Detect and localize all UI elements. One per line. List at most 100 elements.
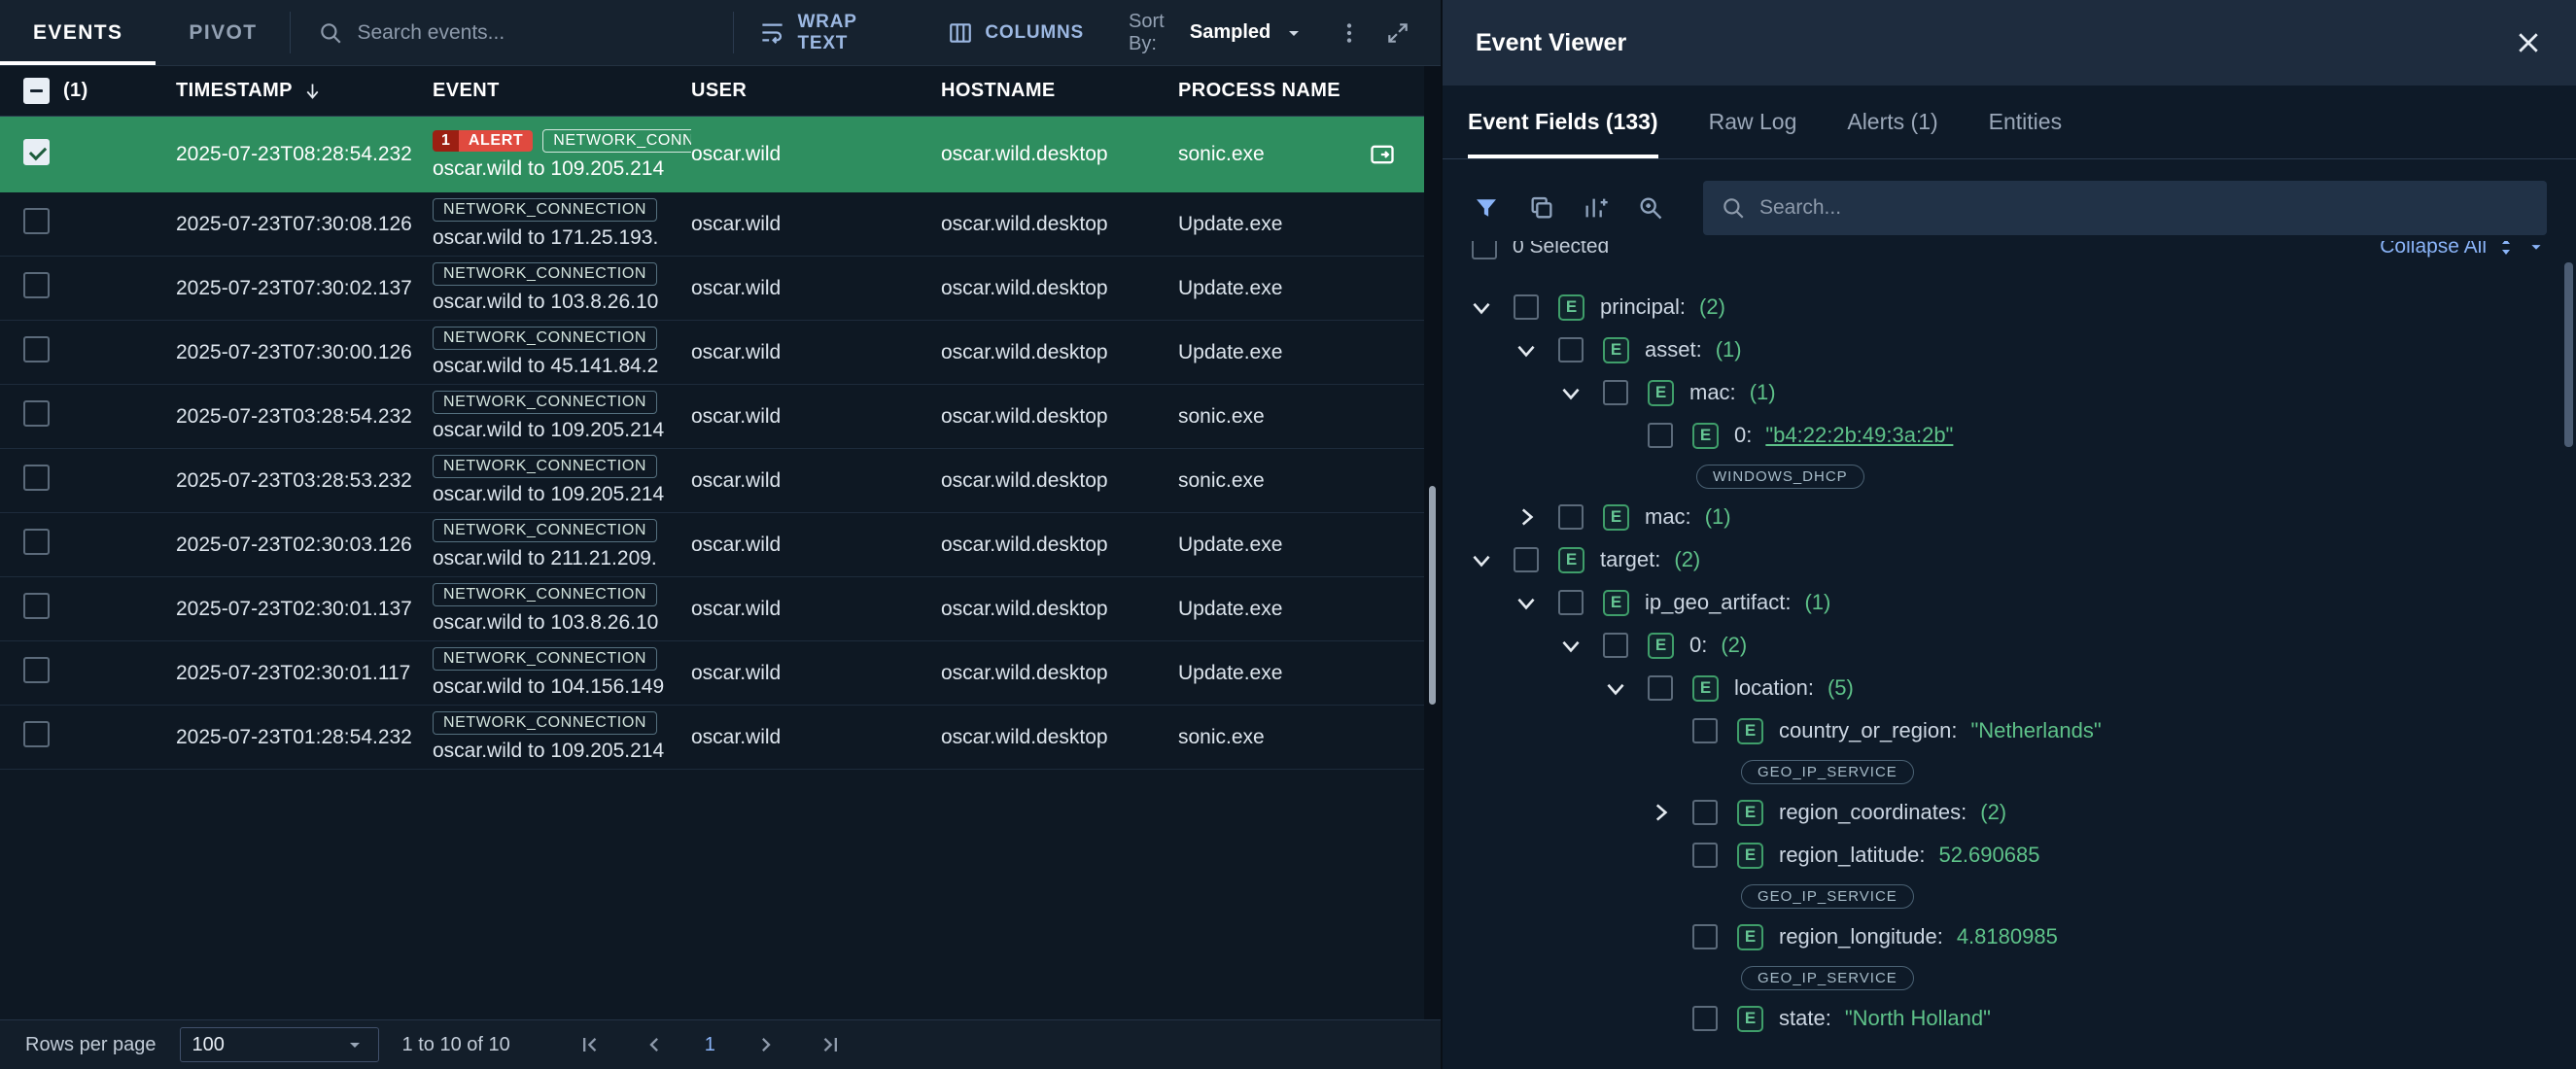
column-header-timestamp[interactable]: TIMESTAMP bbox=[176, 80, 433, 102]
row-checkbox[interactable] bbox=[23, 272, 50, 298]
column-header-process-name[interactable]: PROCESS NAME bbox=[1178, 80, 1441, 102]
rows-per-page-select[interactable]: 100 bbox=[180, 1027, 379, 1062]
process-name: sonic.exe bbox=[1178, 405, 1265, 428]
tree-checkbox[interactable] bbox=[1692, 1006, 1718, 1031]
tree-checkbox[interactable] bbox=[1648, 423, 1673, 448]
tree-checkbox[interactable] bbox=[1648, 675, 1673, 701]
tab-pivot[interactable]: PIVOT bbox=[156, 0, 290, 65]
select-all-fields-checkbox[interactable] bbox=[1472, 241, 1497, 259]
chevron-icon[interactable] bbox=[1469, 294, 1494, 320]
tree-checkbox[interactable] bbox=[1603, 380, 1628, 405]
fields-scrollbar-thumb[interactable] bbox=[2564, 262, 2573, 447]
events-scrollbar-track[interactable] bbox=[1424, 66, 1441, 1019]
tree-field-row[interactable]: E asset: (1) bbox=[1443, 328, 2576, 371]
table-row[interactable]: 2025-07-23T02:30:01.117 NETWORK_CONNECTI… bbox=[0, 641, 1441, 706]
current-page-button[interactable]: 1 bbox=[705, 1034, 715, 1056]
tree-field-row[interactable]: E region_coordinates: (2) bbox=[1443, 791, 2576, 834]
tree-checkbox[interactable] bbox=[1558, 504, 1584, 530]
events-search-input[interactable] bbox=[357, 21, 706, 45]
table-row[interactable]: 2025-07-23T02:30:01.137 NETWORK_CONNECTI… bbox=[0, 577, 1441, 641]
row-checkbox[interactable] bbox=[23, 593, 50, 619]
tree-checkbox[interactable] bbox=[1558, 337, 1584, 362]
first-page-button[interactable] bbox=[576, 1031, 604, 1058]
column-header-user[interactable]: USER bbox=[691, 80, 941, 102]
table-row[interactable]: 2025-07-23T07:30:08.126 NETWORK_CONNECTI… bbox=[0, 192, 1441, 257]
udm-search-button[interactable] bbox=[1637, 194, 1664, 222]
field-value[interactable]: "Netherlands" bbox=[1970, 718, 2101, 743]
chevron-icon[interactable] bbox=[1648, 800, 1673, 825]
field-value[interactable]: "North Holland" bbox=[1845, 1006, 1991, 1031]
tree-field-row[interactable]: E state: "North Holland" bbox=[1443, 997, 2576, 1040]
previous-page-button[interactable] bbox=[641, 1031, 668, 1058]
chevron-icon[interactable] bbox=[1558, 633, 1584, 658]
row-checkbox[interactable] bbox=[23, 336, 50, 362]
tab-alerts[interactable]: Alerts (1) bbox=[1847, 86, 1937, 158]
more-options-button[interactable] bbox=[1325, 0, 1373, 65]
table-row[interactable]: 2025-07-23T08:28:54.232 1 ALERT NETWORK_… bbox=[0, 117, 1441, 192]
tree-checkbox[interactable] bbox=[1692, 843, 1718, 868]
tree-field-row[interactable]: E ip_geo_artifact: (1) bbox=[1443, 581, 2576, 624]
tree-field-row[interactable]: E region_latitude: 52.690685 bbox=[1443, 834, 2576, 877]
chevron-icon[interactable] bbox=[1514, 504, 1539, 530]
tree-field-row[interactable]: E principal: (2) bbox=[1443, 286, 2576, 328]
table-row[interactable]: 2025-07-23T01:28:54.232 NETWORK_CONNECTI… bbox=[0, 706, 1441, 770]
tab-entities[interactable]: Entities bbox=[1989, 86, 2062, 158]
collapse-all-button[interactable]: Collapse All bbox=[2380, 241, 2547, 259]
events-scrollbar-thumb[interactable] bbox=[1429, 486, 1436, 705]
tree-field-row[interactable]: E 0: (2) bbox=[1443, 624, 2576, 667]
tree-checkbox[interactable] bbox=[1692, 718, 1718, 743]
sort-by-dropdown[interactable]: Sort By: Sampled bbox=[1109, 0, 1325, 65]
tab-events[interactable]: EVENTS bbox=[0, 0, 156, 65]
open-event-icon[interactable] bbox=[1369, 143, 1396, 166]
next-page-button[interactable] bbox=[752, 1031, 780, 1058]
tab-event-fields[interactable]: Event Fields (133) bbox=[1468, 86, 1658, 158]
row-checkbox[interactable] bbox=[23, 529, 50, 555]
tree-checkbox[interactable] bbox=[1692, 800, 1718, 825]
columns-button[interactable]: COLUMNS bbox=[922, 0, 1109, 65]
add-to-chart-button[interactable] bbox=[1583, 194, 1610, 222]
row-checkbox[interactable] bbox=[23, 139, 50, 165]
row-checkbox[interactable] bbox=[23, 721, 50, 747]
select-all-checkbox[interactable] bbox=[23, 78, 50, 104]
chevron-icon[interactable] bbox=[1603, 675, 1628, 701]
tree-checkbox[interactable] bbox=[1514, 547, 1539, 572]
expand-button[interactable] bbox=[1373, 0, 1423, 65]
chevron-icon[interactable] bbox=[1514, 590, 1539, 615]
tree-checkbox[interactable] bbox=[1603, 633, 1628, 658]
field-value[interactable]: "b4:22:2b:49:3a:2b" bbox=[1765, 423, 1953, 448]
tree-field-row[interactable]: E region_longitude: 4.8180985 bbox=[1443, 915, 2576, 958]
row-checkbox[interactable] bbox=[23, 657, 50, 683]
tree-checkbox[interactable] bbox=[1514, 294, 1539, 320]
last-page-button[interactable] bbox=[817, 1031, 844, 1058]
field-search-input[interactable] bbox=[1759, 196, 2529, 220]
tree-checkbox[interactable] bbox=[1558, 590, 1584, 615]
tree-field-row[interactable]: E mac: (1) bbox=[1443, 496, 2576, 538]
tree-field-row[interactable]: E country_or_region: "Netherlands" bbox=[1443, 709, 2576, 752]
field-value[interactable]: 52.690685 bbox=[1938, 843, 2039, 868]
tree-field-row[interactable]: E mac: (1) bbox=[1443, 371, 2576, 414]
chevron-icon[interactable] bbox=[1469, 547, 1494, 572]
table-row[interactable]: 2025-07-23T03:28:54.232 NETWORK_CONNECTI… bbox=[0, 385, 1441, 449]
wrap-text-button[interactable]: WRAP TEXT bbox=[734, 0, 922, 65]
row-checkbox[interactable] bbox=[23, 208, 50, 234]
table-row[interactable]: 2025-07-23T07:30:02.137 NETWORK_CONNECTI… bbox=[0, 257, 1441, 321]
table-row[interactable]: 2025-07-23T03:28:53.232 NETWORK_CONNECTI… bbox=[0, 449, 1441, 513]
field-value[interactable]: 4.8180985 bbox=[1957, 924, 2058, 949]
row-checkbox[interactable] bbox=[23, 465, 50, 491]
close-button[interactable] bbox=[2514, 28, 2543, 57]
filter-button[interactable] bbox=[1472, 193, 1501, 223]
tree-checkbox[interactable] bbox=[1692, 924, 1718, 949]
table-row[interactable]: 2025-07-23T02:30:03.126 NETWORK_CONNECTI… bbox=[0, 513, 1441, 577]
tree-field-row[interactable]: E 0: "b4:22:2b:49:3a:2b" bbox=[1443, 414, 2576, 457]
chevron-icon[interactable] bbox=[1558, 380, 1584, 405]
column-header-hostname[interactable]: HOSTNAME bbox=[941, 80, 1178, 102]
tab-raw-log[interactable]: Raw Log bbox=[1709, 86, 1797, 158]
tree-field-row[interactable]: E target: (2) bbox=[1443, 538, 2576, 581]
column-header-event[interactable]: EVENT bbox=[433, 80, 691, 102]
event-text: oscar.wild to 104.156.149 bbox=[433, 675, 685, 699]
tree-field-row[interactable]: E location: (5) bbox=[1443, 667, 2576, 709]
copy-button[interactable] bbox=[1528, 194, 1555, 222]
table-row[interactable]: 2025-07-23T07:30:00.126 NETWORK_CONNECTI… bbox=[0, 321, 1441, 385]
row-checkbox[interactable] bbox=[23, 400, 50, 427]
chevron-icon[interactable] bbox=[1514, 337, 1539, 362]
